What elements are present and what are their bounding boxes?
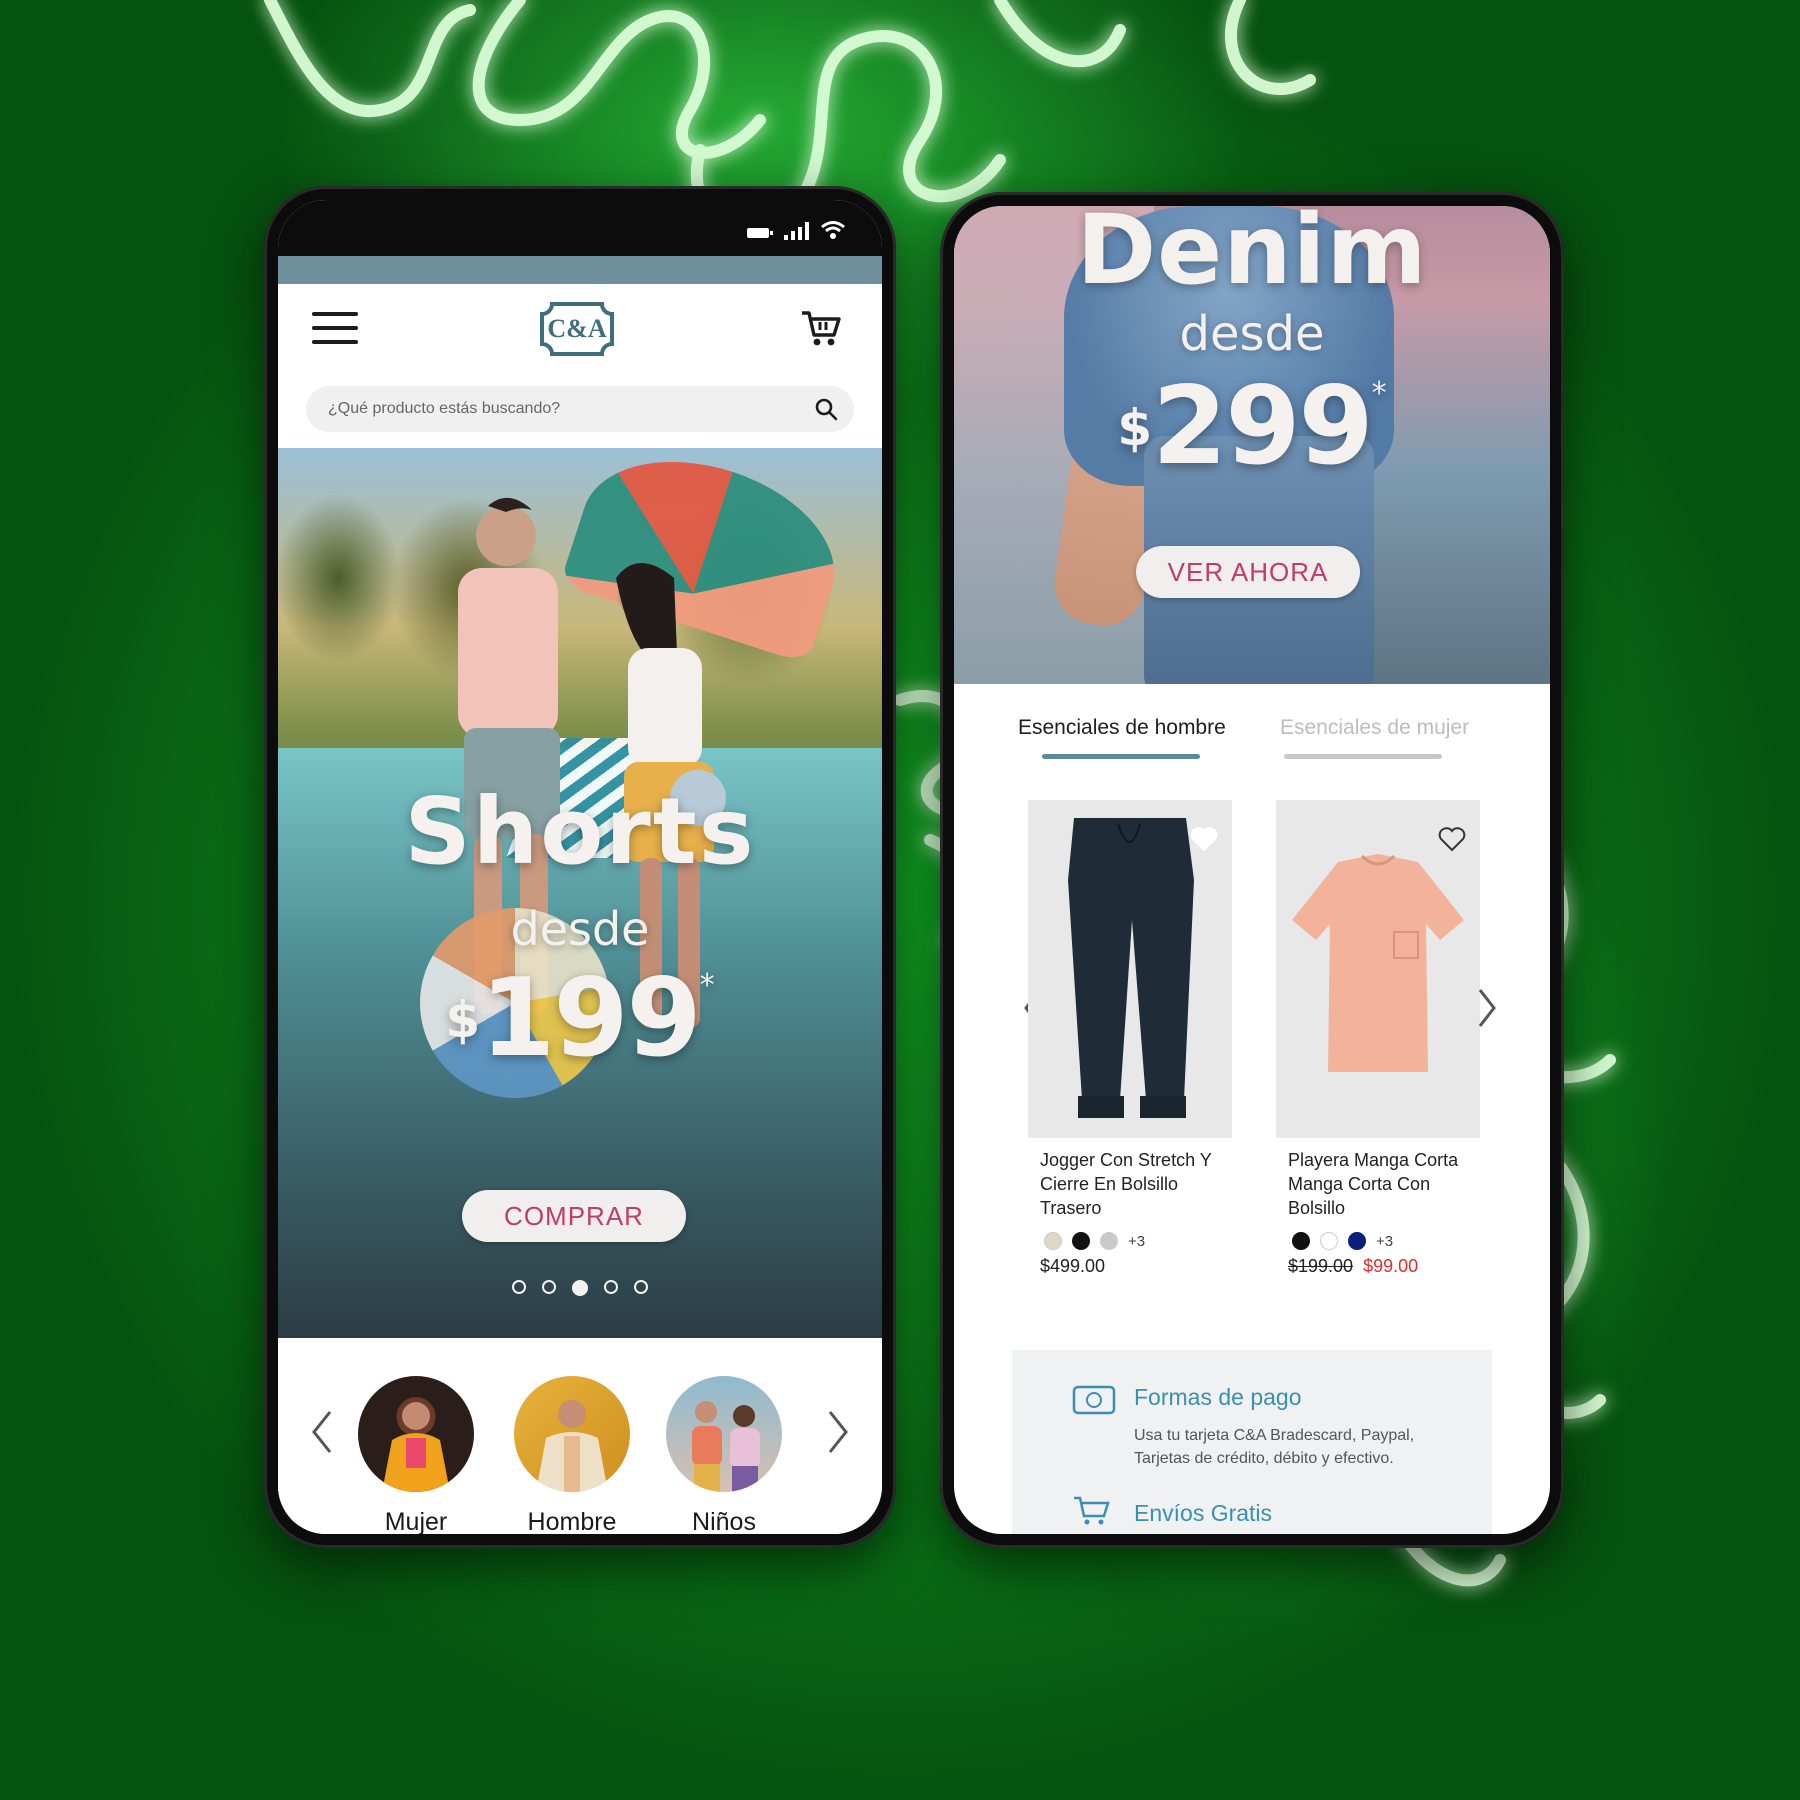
tab-esenciales-hombre[interactable]: Esenciales de hombre bbox=[1018, 716, 1226, 740]
battery-icon bbox=[747, 228, 773, 238]
info-box: Formas de pago Usa tu tarjeta C&A Brades… bbox=[1012, 1350, 1492, 1534]
category-item-mujer[interactable]: Mujer bbox=[356, 1376, 476, 1534]
app-header: C&A bbox=[278, 284, 882, 372]
essentials-tabs: Esenciales de hombre Esenciales de mujer bbox=[954, 706, 1550, 776]
category-image-hombre bbox=[514, 1376, 630, 1492]
logo-text: C&A bbox=[547, 314, 607, 343]
hero-price: $299* bbox=[954, 364, 1550, 489]
product-name: Playera Manga Corta Manga Corta Con Bols… bbox=[1288, 1150, 1459, 1218]
product-card-jogger[interactable]: Jogger Con Stretch Y Cierre En Bolsillo … bbox=[1028, 800, 1232, 1277]
payment-methods-title[interactable]: Formas de pago bbox=[1134, 1384, 1301, 1411]
product-card-playera[interactable]: Playera Manga Corta Manga Corta Con Bols… bbox=[1276, 800, 1480, 1277]
carousel-dot-active[interactable] bbox=[572, 1280, 588, 1296]
search-bar bbox=[306, 386, 854, 432]
heart-outline-icon[interactable] bbox=[1438, 826, 1466, 852]
search-icon[interactable] bbox=[814, 397, 838, 421]
color-swatch[interactable] bbox=[1292, 1232, 1310, 1250]
color-swatch[interactable] bbox=[1072, 1232, 1090, 1250]
carousel-dot[interactable] bbox=[542, 1280, 556, 1294]
status-bar bbox=[278, 200, 882, 256]
credit-card-icon bbox=[1072, 1385, 1116, 1415]
hero-price-amount: 299 bbox=[1152, 364, 1373, 489]
product-price: $499.00 bbox=[1040, 1256, 1106, 1276]
hero-subtitle: desde bbox=[510, 902, 650, 956]
hero-subtitle: desde bbox=[1179, 306, 1325, 362]
category-label: Niños bbox=[692, 1508, 756, 1534]
hero-title: Shorts bbox=[404, 778, 756, 885]
more-colors[interactable]: +3 bbox=[1376, 1233, 1393, 1250]
color-swatches: +3 bbox=[1276, 1232, 1480, 1250]
category-image-mujer bbox=[358, 1376, 474, 1492]
shopping-cart-icon bbox=[1074, 1496, 1110, 1525]
category-image-ninos bbox=[666, 1376, 782, 1492]
header-strip bbox=[278, 256, 882, 284]
wifi-icon bbox=[821, 221, 845, 239]
phone-right-screen: Denim desde $299* VER AHORA Esenciales d… bbox=[954, 206, 1550, 1534]
carousel-dot[interactable] bbox=[604, 1280, 618, 1294]
hero-banner-shorts[interactable]: Shorts desde $199* COMPRAR bbox=[278, 448, 882, 1338]
category-item-hombre[interactable]: Hombre bbox=[512, 1376, 632, 1534]
ca-logo[interactable]: C&A bbox=[538, 300, 616, 358]
hero-price-currency: $ bbox=[445, 991, 481, 1049]
status-icons bbox=[746, 220, 846, 240]
sale-price: $99.00 bbox=[1363, 1256, 1419, 1276]
tab-active-indicator bbox=[1042, 754, 1200, 759]
product-image-jogger bbox=[1028, 800, 1232, 1138]
color-swatches: +3 bbox=[1028, 1232, 1232, 1250]
hero-price-currency: $ bbox=[1117, 399, 1153, 457]
phone-left: C&A ¿Qué producto estás buscando? Shorts… bbox=[264, 186, 896, 1548]
carousel-dots bbox=[278, 1280, 882, 1296]
product-name: Jogger Con Stretch Y Cierre En Bolsillo … bbox=[1040, 1150, 1212, 1218]
hero-price-asterisk: * bbox=[1371, 376, 1387, 411]
tab-esenciales-mujer[interactable]: Esenciales de mujer bbox=[1280, 716, 1469, 740]
color-swatch[interactable] bbox=[1348, 1232, 1366, 1250]
more-colors[interactable]: +3 bbox=[1128, 1233, 1145, 1250]
payment-methods-text: Usa tu tarjeta C&A Bradescard, Paypal, T… bbox=[1134, 1427, 1415, 1467]
hero-title: Denim bbox=[1076, 206, 1428, 306]
category-item-ninos[interactable]: Niños bbox=[664, 1376, 784, 1534]
category-label: Hombre bbox=[527, 1508, 617, 1534]
chevron-left-icon[interactable] bbox=[306, 1408, 336, 1456]
carousel-dot[interactable] bbox=[512, 1280, 526, 1294]
signal-icon bbox=[784, 222, 809, 240]
category-label: Mujer bbox=[384, 1508, 448, 1534]
chevron-right-icon[interactable] bbox=[1476, 986, 1500, 1030]
ver-ahora-button[interactable]: VER AHORA bbox=[1136, 546, 1360, 598]
chevron-right-icon[interactable] bbox=[824, 1408, 854, 1456]
hero-banner-denim[interactable]: Denim desde $299* VER AHORA bbox=[954, 206, 1550, 684]
hero-price-asterisk: * bbox=[699, 968, 715, 1003]
color-swatch[interactable] bbox=[1100, 1232, 1118, 1250]
tab-inactive-indicator bbox=[1284, 754, 1442, 759]
product-image-playera bbox=[1276, 800, 1480, 1138]
phone-right: Denim desde $299* VER AHORA Esenciales d… bbox=[940, 192, 1564, 1548]
original-price: $199.00 bbox=[1288, 1256, 1354, 1276]
search-input[interactable] bbox=[328, 386, 794, 432]
heart-filled-icon[interactable] bbox=[1190, 826, 1218, 852]
carousel-dot[interactable] bbox=[634, 1280, 648, 1294]
hero-price-amount: 199 bbox=[480, 956, 701, 1081]
color-swatch[interactable] bbox=[1044, 1232, 1062, 1250]
hero-price: $199* bbox=[278, 956, 882, 1081]
comprar-button[interactable]: COMPRAR bbox=[462, 1190, 686, 1242]
phone-left-screen: C&A ¿Qué producto estás buscando? Shorts… bbox=[278, 200, 882, 1534]
hamburger-menu-icon[interactable] bbox=[312, 312, 358, 348]
category-carousel: Mujer Hombre Niños bbox=[278, 1338, 882, 1534]
product-price: $199.00 $99.00 bbox=[1276, 1256, 1480, 1277]
free-shipping-title[interactable]: Envíos Gratis bbox=[1134, 1500, 1272, 1527]
color-swatch[interactable] bbox=[1320, 1232, 1338, 1250]
shopping-cart-icon[interactable] bbox=[800, 308, 842, 348]
